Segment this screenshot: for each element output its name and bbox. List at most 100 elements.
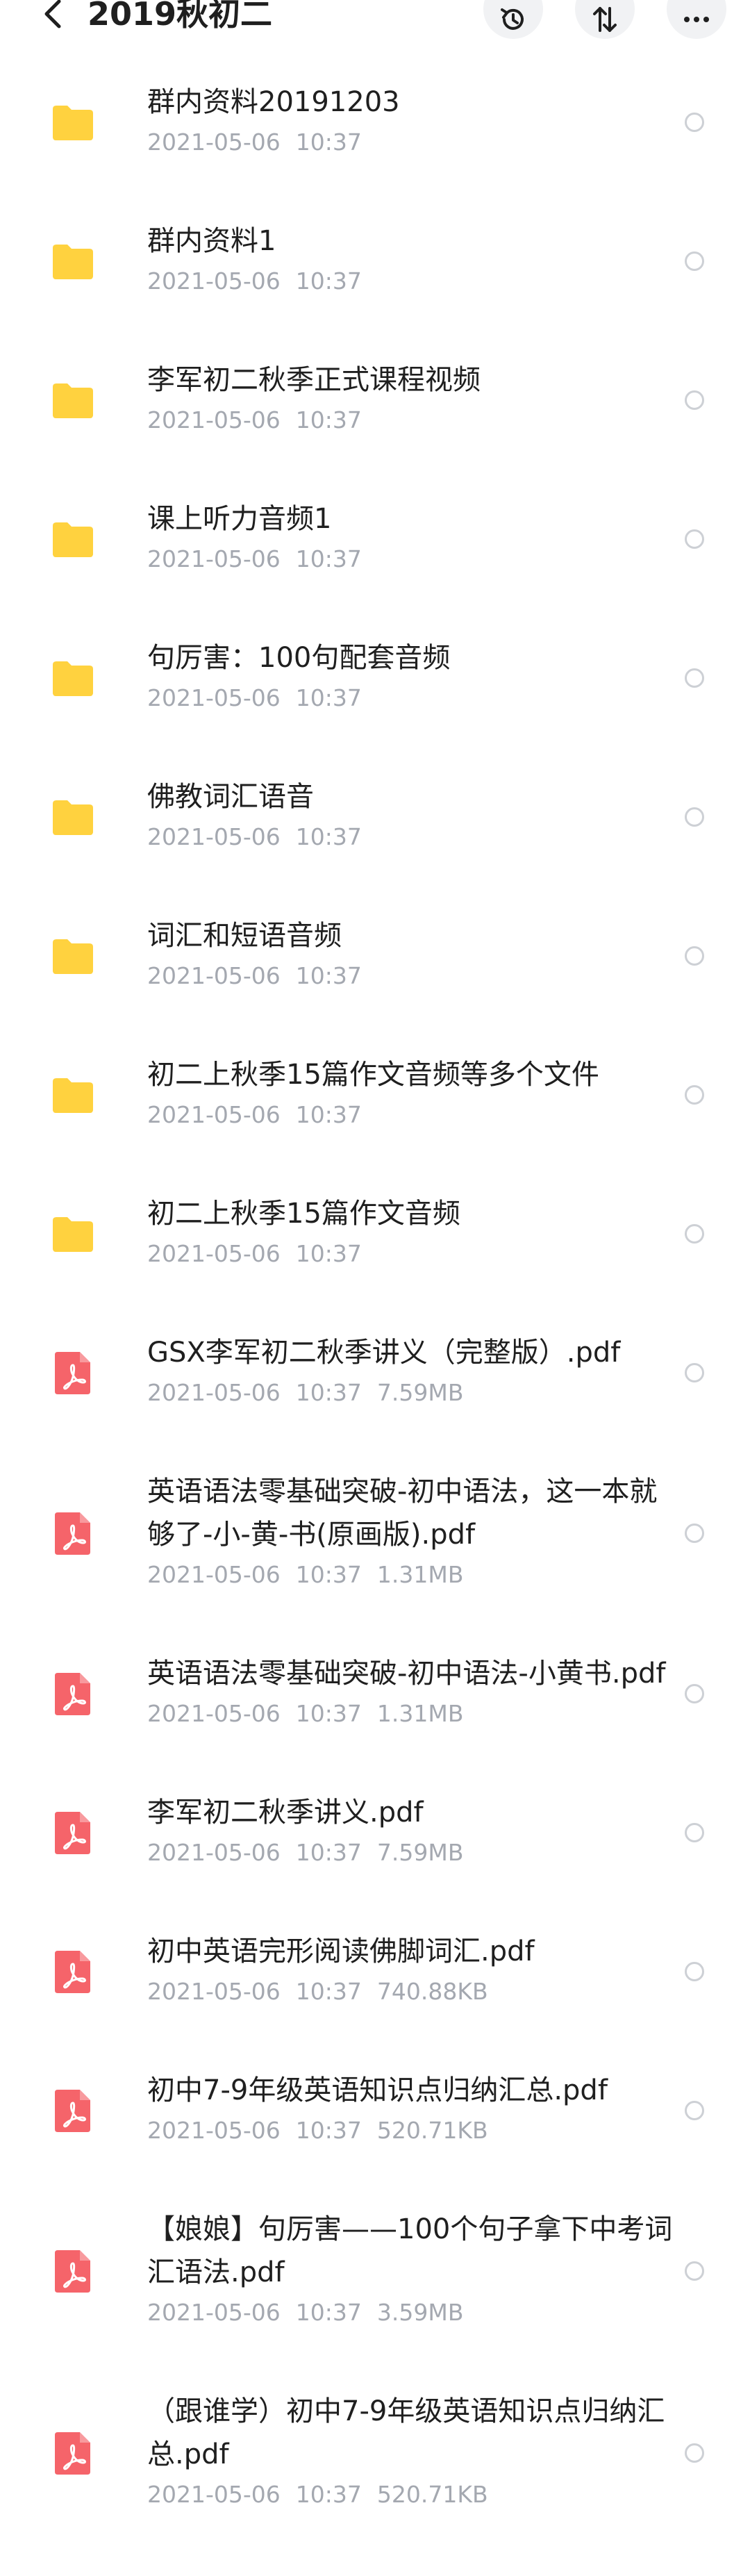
file-meta: 2021-05-06 10:37 — [147, 126, 674, 158]
folder-row[interactable]: 李军初二秋季正式课程视频 2021-05-06 10:37 — [0, 331, 750, 470]
select-radio[interactable] — [685, 1085, 704, 1105]
file-name: 词汇和短语音频 — [147, 920, 342, 952]
file-name: 初二上秋季15篇作文音频等多个文件 — [147, 1059, 599, 1091]
chevron-left-icon — [44, 0, 61, 28]
select-radio[interactable] — [685, 2101, 704, 2120]
select-radio[interactable] — [685, 1684, 704, 1703]
select-radio[interactable] — [685, 390, 704, 410]
file-time: 10:37 — [295, 1101, 362, 1128]
file-meta: 2021-05-06 10:37 740.88KB — [147, 1976, 674, 2008]
file-date: 2021-05-06 — [147, 1561, 281, 1588]
file-row[interactable]: 英语语法零基础突破-初中语法-小黄书.pdf 2021-05-06 10:37 1.… — [0, 1624, 750, 1763]
pdf-file-icon — [49, 2086, 97, 2135]
file-date: 2021-05-06 — [147, 129, 281, 156]
file-name: 初中英语完形阅读佛脚词汇.pdf — [147, 1935, 535, 1967]
app-header: 2019秋初二 — [0, 0, 750, 42]
file-time: 10:37 — [295, 267, 362, 295]
select-radio[interactable] — [685, 2261, 704, 2281]
file-size: 740.88KB — [376, 1978, 488, 2005]
file-date: 2021-05-06 — [147, 267, 281, 295]
file-row[interactable]: 李军初二秋季讲义.pdf 2021-05-06 10:37 7.59MB — [0, 1763, 750, 1902]
file-size: 1.31MB — [376, 1561, 464, 1588]
file-meta: 2021-05-06 10:37 — [147, 1099, 674, 1131]
sort-button[interactable] — [575, 0, 635, 39]
file-time: 10:37 — [295, 962, 362, 989]
file-date: 2021-05-06 — [147, 545, 281, 572]
file-name: 初中7-9年级英语知识点归纳汇总.pdf — [147, 2074, 608, 2106]
select-radio[interactable] — [685, 1962, 704, 1981]
file-date: 2021-05-06 — [147, 1839, 281, 1866]
file-meta: 2021-05-06 10:37 — [147, 682, 674, 714]
folder-row[interactable]: 群内资料20191203 2021-05-06 10:37 — [0, 53, 750, 192]
file-meta: 2021-05-06 10:37 1.31MB — [147, 1559, 674, 1591]
file-row[interactable]: 初中英语完形阅读佛脚词汇.pdf 2021-05-06 10:37 740.88KB — [0, 1902, 750, 2041]
file-meta: 2021-05-06 10:37 520.71KB — [147, 2479, 674, 2511]
file-meta: 2021-05-06 10:37 520.71KB — [147, 2115, 674, 2147]
file-meta: 2021-05-06 10:37 — [147, 1238, 674, 1270]
file-name: 句厉害：100句配套音频 — [147, 642, 451, 674]
file-row[interactable]: （跟谁学）初中7-9年级英语知识点归纳汇总.pdf 2021-05-06 10:3… — [0, 2362, 750, 2544]
folder-row[interactable]: 初二上秋季15篇作文音频 2021-05-06 10:37 — [0, 1164, 750, 1303]
folder-row[interactable]: 课上听力音频1 2021-05-06 10:37 — [0, 470, 750, 609]
select-radio[interactable] — [685, 2443, 704, 2463]
file-name: 群内资料1 — [147, 225, 276, 257]
file-date: 2021-05-06 — [147, 2299, 281, 2326]
select-radio[interactable] — [685, 529, 704, 549]
folder-icon — [49, 1209, 97, 1258]
file-name: 佛教词汇语音 — [147, 781, 314, 813]
select-radio[interactable] — [685, 946, 704, 966]
more-button[interactable] — [667, 0, 726, 39]
file-name: 李军初二秋季正式课程视频 — [147, 364, 481, 396]
file-time: 10:37 — [295, 684, 362, 711]
file-name: GSX李军初二秋季讲义（完整版）.pdf — [147, 1337, 621, 1369]
file-time: 10:37 — [295, 1839, 362, 1866]
file-date: 2021-05-06 — [147, 1101, 281, 1128]
select-radio[interactable] — [685, 113, 704, 132]
file-meta: 2021-05-06 10:37 — [147, 543, 674, 575]
file-row[interactable]: GSX李军初二秋季讲义（完整版）.pdf 2021-05-06 10:37 7.59… — [0, 1303, 750, 1442]
file-meta: 2021-05-06 10:37 1.31MB — [147, 1698, 674, 1730]
folder-row[interactable]: 初二上秋季15篇作文音频等多个文件 2021-05-06 10:37 — [0, 1025, 750, 1164]
file-name: （跟谁学）初中7-9年级英语知识点归纳汇总.pdf — [147, 2395, 665, 2470]
file-time: 10:37 — [295, 129, 362, 156]
select-radio[interactable] — [685, 1363, 704, 1382]
folder-icon — [49, 654, 97, 702]
file-size: 520.71KB — [376, 2117, 488, 2144]
file-size: 1.31MB — [376, 1700, 464, 1727]
select-radio[interactable] — [685, 1823, 704, 1842]
folder-icon — [49, 793, 97, 841]
select-radio[interactable] — [685, 1524, 704, 1543]
pdf-file-icon — [49, 1509, 97, 1558]
file-row[interactable]: 【娘娘】句厉害——100个句子拿下中考词汇语法.pdf 2021-05-06 10… — [0, 2180, 750, 2362]
file-time: 10:37 — [295, 2299, 362, 2326]
file-time: 10:37 — [295, 1240, 362, 1267]
file-time: 10:37 — [295, 1379, 362, 1406]
file-name: 英语语法零基础突破-初中语法，这一本就够了-小-黄-书(原画版).pdf — [147, 1476, 658, 1551]
file-name: 李军初二秋季讲义.pdf — [147, 1797, 424, 1828]
file-date: 2021-05-06 — [147, 406, 281, 434]
folder-row[interactable]: 佛教词汇语音 2021-05-06 10:37 — [0, 748, 750, 886]
select-radio[interactable] — [685, 251, 704, 271]
select-radio[interactable] — [685, 807, 704, 827]
folder-row[interactable]: 群内资料1 2021-05-06 10:37 — [0, 192, 750, 331]
file-name: 英语语法零基础突破-初中语法-小黄书.pdf — [147, 1658, 666, 1690]
back-button[interactable] — [32, 0, 74, 35]
folder-icon — [49, 237, 97, 286]
folder-row[interactable]: 词汇和短语音频 2021-05-06 10:37 — [0, 886, 750, 1025]
folder-icon — [49, 932, 97, 980]
folder-row[interactable]: 句厉害：100句配套音频 2021-05-06 10:37 — [0, 609, 750, 748]
file-date: 2021-05-06 — [147, 1240, 281, 1267]
file-name: 【娘娘】句厉害——100个句子拿下中考词汇语法.pdf — [147, 2213, 673, 2288]
folder-icon — [49, 376, 97, 424]
file-time: 10:37 — [295, 406, 362, 434]
history-button[interactable] — [483, 0, 543, 39]
file-row[interactable]: 初中7-9年级英语知识点归纳汇总.pdf 2021-05-06 10:37 520.… — [0, 2041, 750, 2180]
folder-icon — [49, 98, 97, 147]
sort-icon — [593, 7, 617, 32]
select-radio[interactable] — [685, 1224, 704, 1244]
select-radio[interactable] — [685, 668, 704, 688]
file-time: 10:37 — [295, 545, 362, 572]
file-row[interactable]: 英语语法零基础突破-初中语法，这一本就够了-小-黄-书(原画版).pdf 202… — [0, 1442, 750, 1624]
file-size: 7.59MB — [376, 1379, 464, 1406]
file-date: 2021-05-06 — [147, 1379, 281, 1406]
